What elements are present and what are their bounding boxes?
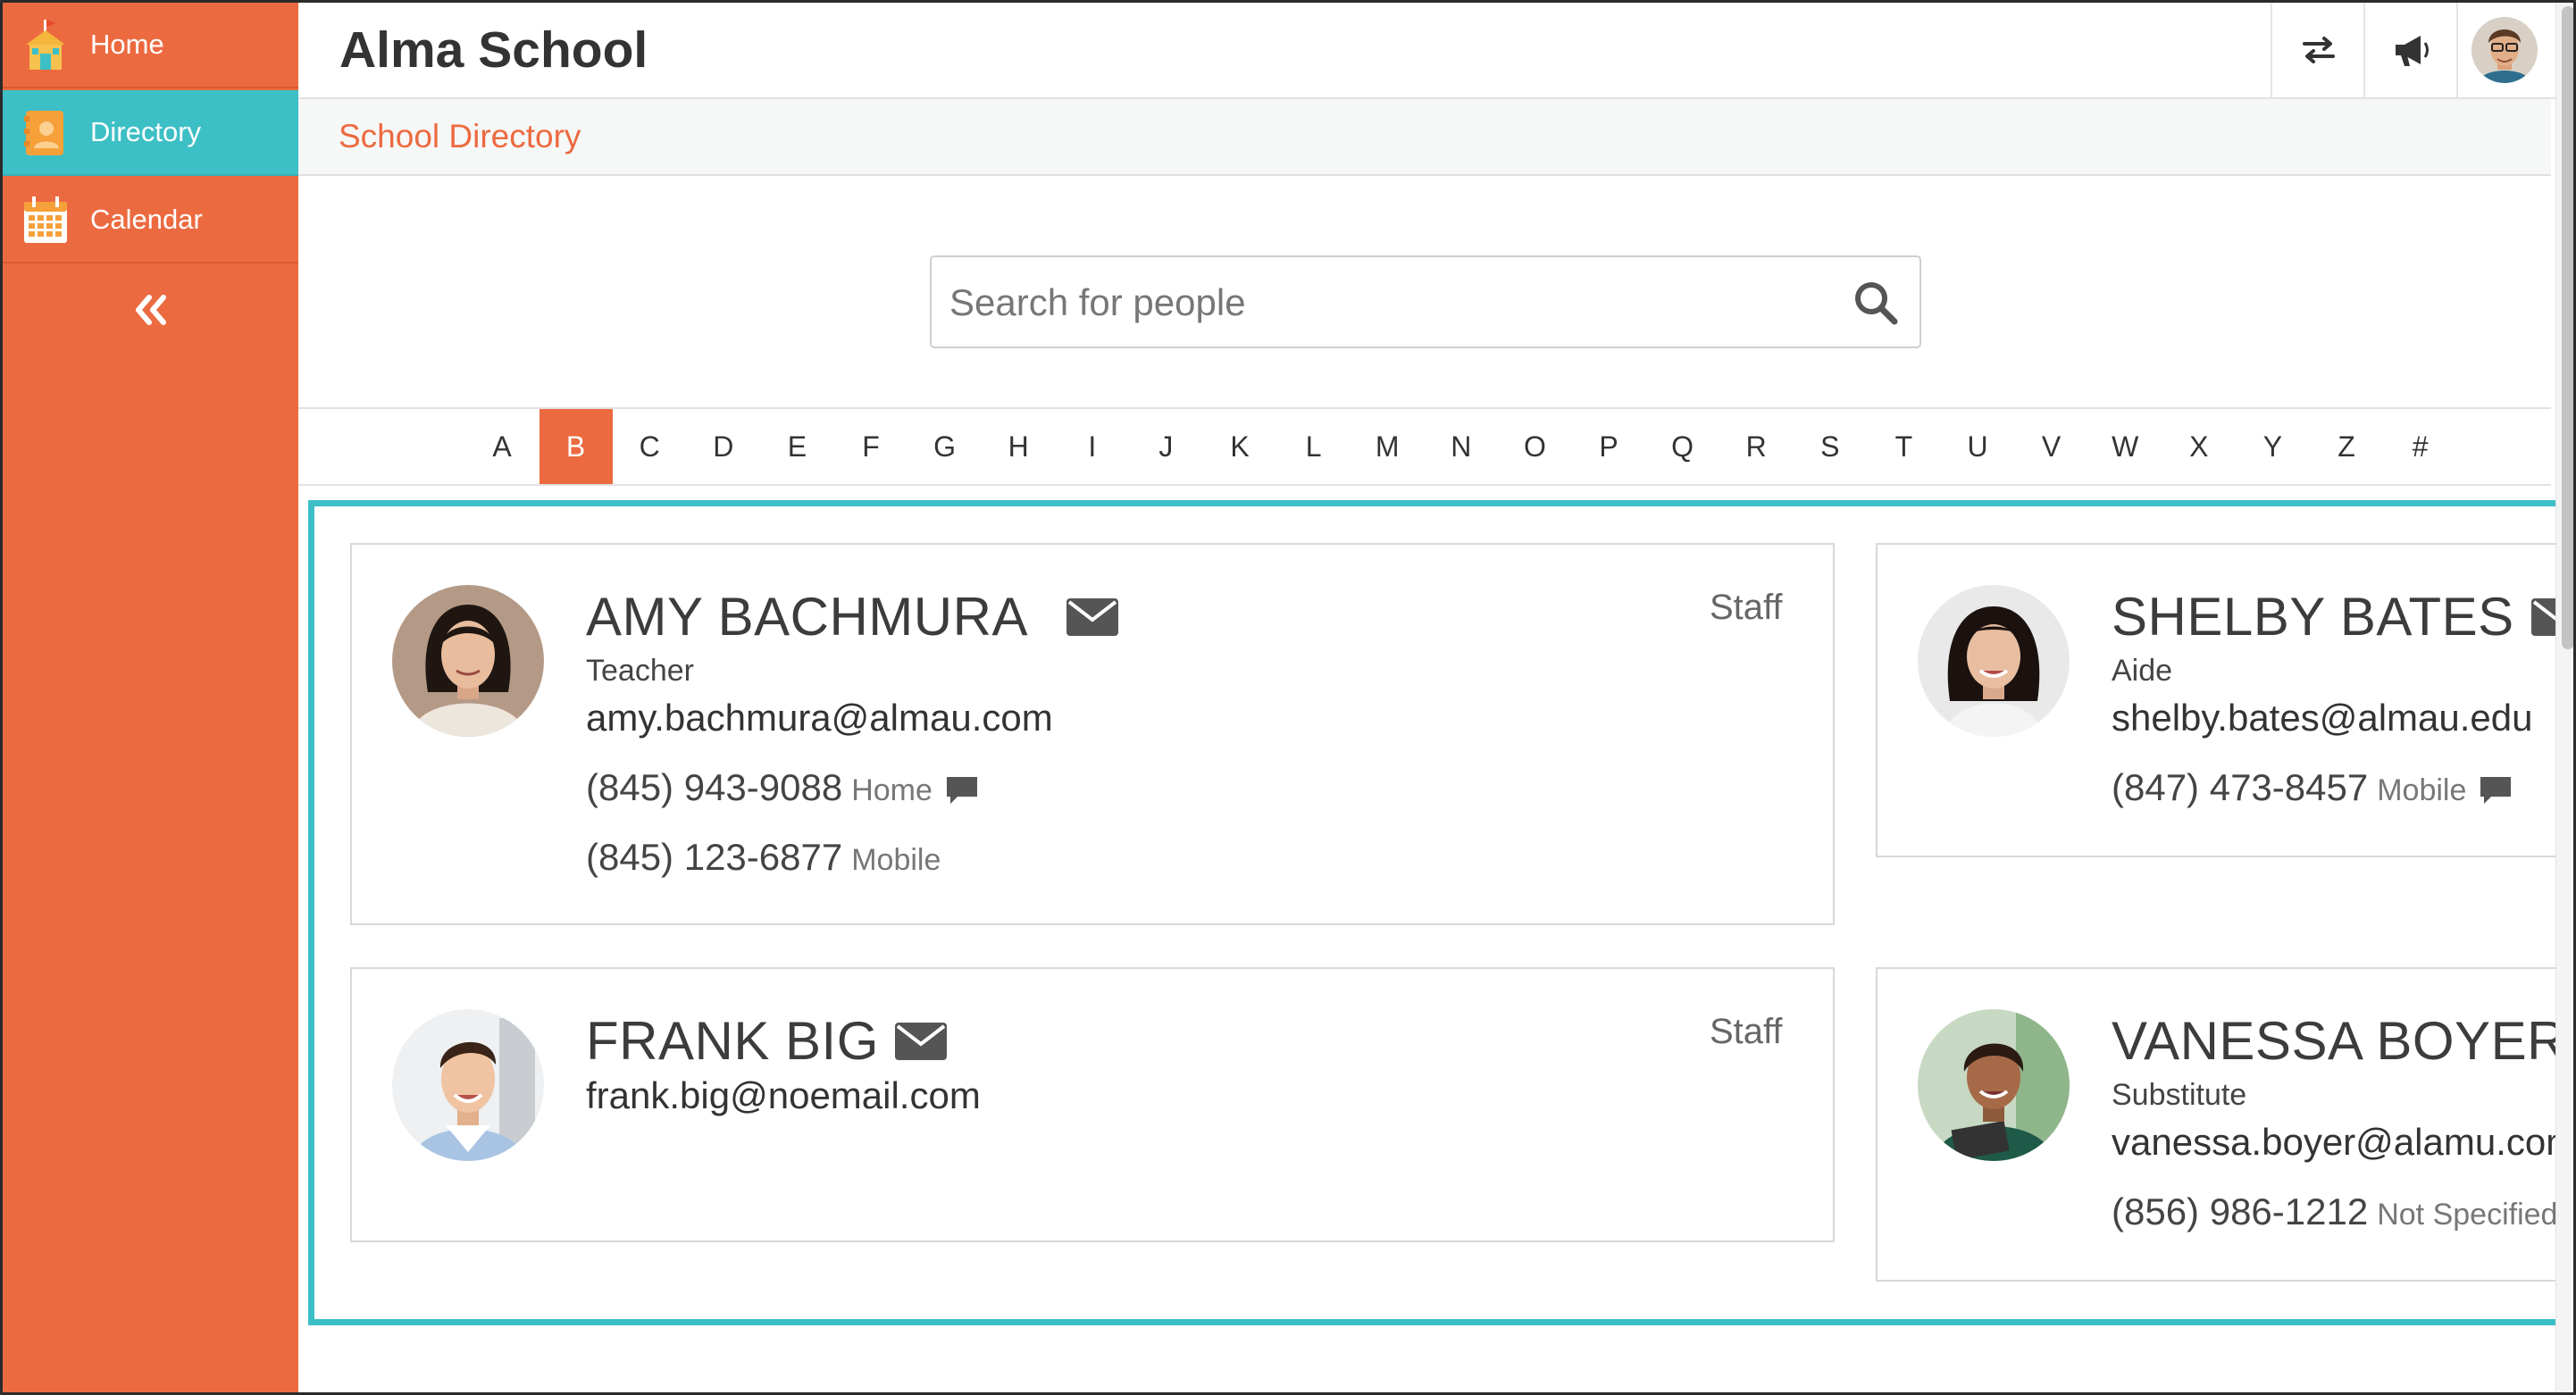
phone-number[interactable]: (847) 473-8457 xyxy=(2112,766,2368,808)
alphabet-letter-k[interactable]: K xyxy=(1203,409,1276,484)
app-window: Home Directory Calendar Alma School Scho… xyxy=(0,0,2576,1395)
person-photo xyxy=(392,585,544,737)
collapse-sidebar-button[interactable] xyxy=(3,271,298,349)
alphabet-letter-f[interactable]: F xyxy=(834,409,907,484)
alphabet-letter-y[interactable]: Y xyxy=(2236,409,2309,484)
school-house-icon xyxy=(26,20,65,70)
phone-row: (845) 123-6877 Mobile xyxy=(586,836,941,879)
phone-row: (845) 943-9088 Home xyxy=(586,766,979,809)
person-role: Teacher xyxy=(586,654,694,688)
user-menu-button[interactable] xyxy=(2456,3,2551,97)
alphabet-letter-b[interactable]: B xyxy=(539,409,613,484)
phone-row: (847) 473-8457 Mobile xyxy=(2112,766,2513,809)
alphabet-letter-w[interactable]: W xyxy=(2088,409,2162,484)
alphabet-letter-n[interactable]: N xyxy=(1425,409,1498,484)
sidebar-item-label: Directory xyxy=(90,116,202,147)
sidebar: Home Directory Calendar xyxy=(3,3,298,1392)
sidebar-item-directory[interactable]: Directory xyxy=(3,90,298,176)
alphabet-letter-j[interactable]: J xyxy=(1129,409,1202,484)
alphabet-letter-h[interactable]: H xyxy=(982,409,1055,484)
phone-number[interactable]: (856) 986-1212 xyxy=(2112,1190,2368,1232)
person-role: Aide xyxy=(2112,654,2173,688)
breadcrumb-bar: School Directory xyxy=(298,99,2551,176)
alphabet-letter-z[interactable]: Z xyxy=(2310,409,2383,484)
alphabet-letter-q[interactable]: Q xyxy=(1646,409,1719,484)
announcements-button[interactable] xyxy=(2363,3,2458,97)
directory-contact-icon xyxy=(24,111,63,155)
breadcrumb: School Directory xyxy=(339,118,581,155)
person-name: VANESSA BOYER xyxy=(2112,1011,2566,1071)
person-name: FRANK BIG xyxy=(586,1011,879,1071)
search-icon[interactable] xyxy=(1852,279,1900,327)
email-icon[interactable] xyxy=(1066,598,1118,636)
person-card: SHELBY BATES Aide shelby.bates@almau.edu… xyxy=(1876,543,2573,857)
sidebar-item-label: Calendar xyxy=(90,204,203,235)
phone-number[interactable]: (845) 943-9088 xyxy=(586,766,842,808)
alphabet-letter-s[interactable]: S xyxy=(1794,409,1867,484)
alphabet-letter-i[interactable]: I xyxy=(1056,409,1129,484)
megaphone-icon xyxy=(2396,36,2429,66)
email-icon[interactable] xyxy=(895,1023,947,1060)
person-card: AMY BACHMURA Staff Teacher amy.bachmura@… xyxy=(350,543,1835,925)
alphabet-letter-v[interactable]: V xyxy=(2015,409,2088,484)
top-header: Alma School xyxy=(298,3,2573,99)
person-name: AMY BACHMURA xyxy=(586,587,1028,647)
person-photo xyxy=(1918,1009,2070,1161)
double-chevron-left-icon xyxy=(135,295,166,325)
sidebar-item-label: Home xyxy=(90,29,164,60)
alphabet-letter-hash[interactable]: # xyxy=(2384,409,2457,484)
person-role: Substitute xyxy=(2112,1078,2247,1112)
person-card: FRANK BIG Staff frank.big@noemail.com xyxy=(350,967,1835,1242)
phone-type: Mobile xyxy=(2377,773,2467,807)
chat-bubble-icon[interactable] xyxy=(2479,775,2513,806)
person-email[interactable]: vanessa.boyer@alamu.com xyxy=(2112,1121,2573,1164)
alphabet-letter-d[interactable]: D xyxy=(687,409,760,484)
person-card: VANESSA BOYER Substitute vanessa.boyer@a… xyxy=(1876,967,2573,1282)
phone-row: (856) 986-1212 Not Specified xyxy=(2112,1190,2557,1233)
phone-type: Home xyxy=(851,773,933,807)
directory-results: AMY BACHMURA Staff Teacher amy.bachmura@… xyxy=(308,500,2573,1325)
alphabet-letter-u[interactable]: U xyxy=(1941,409,2014,484)
chat-bubble-icon[interactable] xyxy=(945,775,979,806)
alphabet-letter-l[interactable]: L xyxy=(1277,409,1351,484)
person-email[interactable]: frank.big@noemail.com xyxy=(586,1074,981,1117)
person-name: SHELBY BATES xyxy=(2112,587,2514,647)
person-photo xyxy=(1918,585,2070,737)
alphabet-letter-c[interactable]: C xyxy=(613,409,686,484)
alphabet-letter-x[interactable]: X xyxy=(2162,409,2236,484)
person-email[interactable]: amy.bachmura@almau.com xyxy=(586,697,1053,739)
alphabet-letter-a[interactable]: A xyxy=(465,409,539,484)
alphabet-filter: A B C D E F G H I J K L M N O P Q R S T U V W X Y Z # xyxy=(298,407,2551,486)
phone-type: Mobile xyxy=(851,843,941,877)
person-category: Staff xyxy=(1710,1012,1783,1051)
alphabet-letter-m[interactable]: M xyxy=(1351,409,1424,484)
alphabet-letter-t[interactable]: T xyxy=(1867,409,1940,484)
alphabet-letter-r[interactable]: R xyxy=(1719,409,1793,484)
search-box xyxy=(930,255,1921,348)
scrollbar[interactable] xyxy=(2555,3,2573,1392)
phone-type: Not Specified xyxy=(2377,1198,2558,1232)
alphabet-letter-p[interactable]: P xyxy=(1572,409,1645,484)
person-photo xyxy=(392,1009,544,1161)
sidebar-item-calendar[interactable]: Calendar xyxy=(3,178,298,263)
alphabet-letter-o[interactable]: O xyxy=(1498,409,1571,484)
calendar-icon xyxy=(24,196,67,243)
alphabet-letter-g[interactable]: G xyxy=(908,409,982,484)
search-input[interactable] xyxy=(948,257,1844,348)
person-email[interactable]: shelby.bates@almau.edu xyxy=(2112,697,2532,739)
page-title: Alma School xyxy=(339,21,648,79)
switch-arrows-icon xyxy=(2303,37,2335,63)
alphabet-letter-e[interactable]: E xyxy=(760,409,833,484)
switch-button[interactable] xyxy=(2271,3,2365,97)
sidebar-item-home[interactable]: Home xyxy=(3,3,298,88)
scrollbar-thumb[interactable] xyxy=(2562,6,2573,649)
person-category: Staff xyxy=(1710,588,1783,627)
user-avatar xyxy=(2471,17,2538,83)
phone-number[interactable]: (845) 123-6877 xyxy=(586,836,842,878)
